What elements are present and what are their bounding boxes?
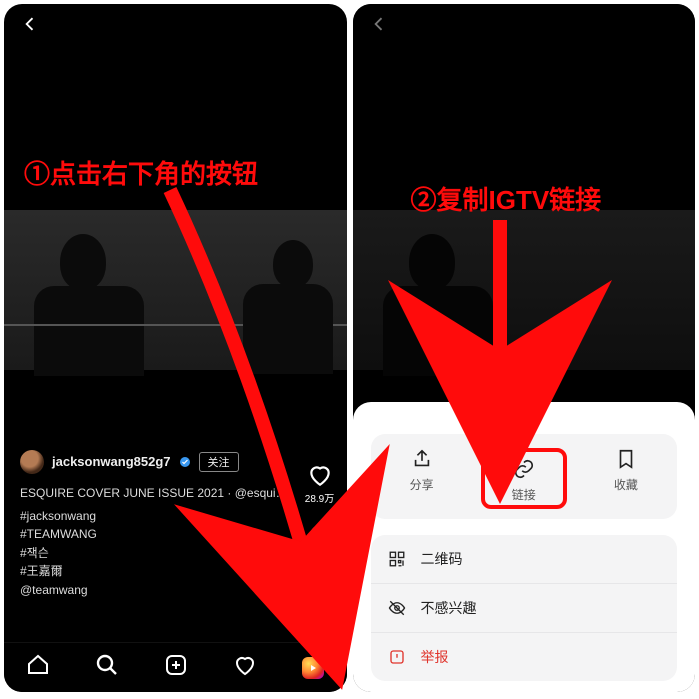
- chevron-left-icon: [369, 14, 389, 34]
- share-sheet: 分享 链接 收藏 二维码: [353, 402, 696, 692]
- sheet-handle[interactable]: [506, 416, 542, 420]
- plus-square-icon: [164, 653, 188, 677]
- sheet-link-label: 链接: [512, 486, 536, 503]
- sheet-action-row: 分享 链接 收藏: [371, 434, 678, 519]
- comment-button[interactable]: [307, 523, 333, 549]
- menu-report[interactable]: 举报: [371, 633, 678, 681]
- menu-not-interested-label: 不感兴趣: [421, 598, 477, 618]
- bookmark-icon: [615, 448, 637, 470]
- username[interactable]: jacksonwang852g7: [52, 452, 171, 472]
- sheet-menu-list: 二维码 不感兴趣 举报: [371, 535, 678, 681]
- annotation-step-1: ①点击右下角的按钮: [24, 154, 258, 191]
- search-icon: [95, 653, 119, 677]
- qrcode-icon: [387, 550, 407, 568]
- screenshot-step-1: ①点击右下角的按钮 jacksonwang852g7 关注 ESQUIRE CO…: [4, 4, 347, 692]
- menu-not-interested[interactable]: 不感兴趣: [371, 584, 678, 633]
- hashtag[interactable]: #王嘉爾: [20, 562, 291, 581]
- sheet-share-label: 分享: [410, 476, 434, 493]
- share-button[interactable]: [307, 567, 333, 593]
- menu-report-label: 举报: [421, 647, 449, 667]
- hashtag[interactable]: #잭슨: [20, 544, 291, 563]
- hashtag[interactable]: #jacksonwang: [20, 507, 291, 526]
- share-icon: [411, 448, 433, 470]
- hashtag[interactable]: #TEAMWANG: [20, 525, 291, 544]
- annotation-step-2: ②复制IGTV链接: [411, 180, 602, 217]
- menu-qrcode[interactable]: 二维码: [371, 535, 678, 584]
- video-frame[interactable]: [4, 210, 347, 370]
- send-icon: [307, 567, 333, 593]
- report-icon: [387, 648, 407, 666]
- nav-reels[interactable]: [302, 657, 324, 679]
- sheet-save-button[interactable]: 收藏: [583, 448, 669, 509]
- sheet-share-button[interactable]: 分享: [379, 448, 465, 509]
- eye-off-icon: [387, 599, 407, 617]
- reels-icon: [302, 657, 324, 679]
- hashtag-list: #jacksonwang #TEAMWANG #잭슨 #王嘉爾 @teamwan…: [20, 507, 291, 600]
- heart-icon: [307, 462, 333, 488]
- nav-home[interactable]: [26, 653, 50, 682]
- sheet-save-label: 收藏: [614, 476, 638, 493]
- right-action-rail: 28.9万: [305, 462, 335, 641]
- back-button[interactable]: [369, 14, 389, 39]
- post-info: jacksonwang852g7 关注 ESQUIRE COVER JUNE I…: [20, 450, 291, 600]
- mention[interactable]: @teamwang: [20, 581, 291, 600]
- heart-icon: [233, 653, 257, 677]
- bottom-nav: [4, 642, 347, 692]
- sheet-link-button[interactable]: 链接: [481, 448, 567, 509]
- caption-text: ESQUIRE COVER JUNE ISSUE 2021 · @esqui…: [20, 484, 291, 503]
- follow-button[interactable]: 关注: [199, 452, 239, 472]
- nav-create[interactable]: [164, 653, 188, 682]
- like-button[interactable]: 28.9万: [305, 462, 334, 505]
- comment-icon: [307, 523, 333, 549]
- video-frame-dimmed: [353, 210, 696, 370]
- more-options-button[interactable]: [305, 611, 335, 641]
- like-count: 28.9万: [305, 490, 334, 505]
- home-icon: [26, 653, 50, 677]
- avatar[interactable]: [20, 450, 44, 474]
- nav-activity[interactable]: [233, 653, 257, 682]
- back-button[interactable]: [20, 14, 40, 39]
- screenshot-step-2: ②复制IGTV链接 分享 链接 收藏: [353, 4, 696, 692]
- menu-qrcode-label: 二维码: [421, 549, 463, 569]
- nav-search[interactable]: [95, 653, 119, 682]
- link-icon: [513, 458, 535, 480]
- chevron-left-icon: [20, 14, 40, 34]
- verified-badge-icon: [179, 456, 191, 468]
